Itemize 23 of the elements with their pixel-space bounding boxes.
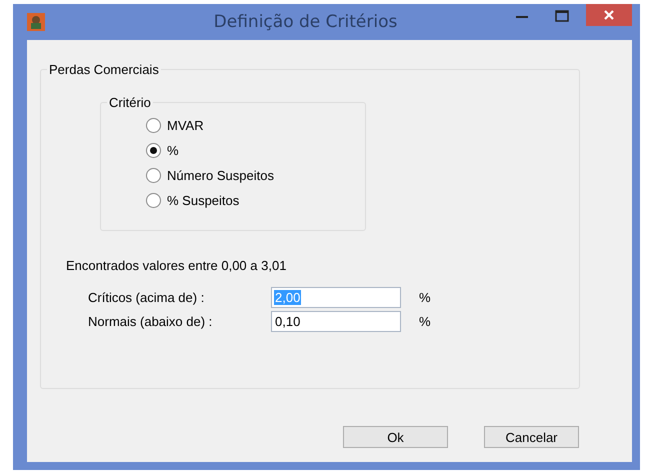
radio-button[interactable] [146,168,161,183]
window-title: Definição de Critérios [214,12,398,32]
radio-label[interactable]: % Suspeitos [167,193,240,208]
radio-button[interactable] [146,118,161,133]
radio-button[interactable] [146,143,161,158]
close-button[interactable] [586,4,632,26]
radio-button[interactable] [146,193,161,208]
radio-label[interactable]: % [167,143,179,158]
field-label: Críticos (acima de) : [88,290,206,304]
radio-label[interactable]: Número Suspeitos [167,168,274,183]
group-title: Critério [107,95,153,110]
field-label: Normais (abaixo de) : [88,314,214,328]
group-title: Perdas Comerciais [47,62,161,77]
ok-button[interactable]: Ok [343,426,448,448]
maximize-icon [554,10,570,22]
unit-label: % [419,290,431,304]
close-icon [603,9,615,21]
input-field[interactable]: 0,10 [271,310,401,332]
radio-label[interactable]: MVAR [167,118,204,133]
cancel-button[interactable]: Cancelar [484,426,579,448]
range-text: Encontrados valores entre 0,00 a 3,01 [66,258,288,273]
unit-label: % [419,314,431,328]
app-icon [27,13,45,31]
